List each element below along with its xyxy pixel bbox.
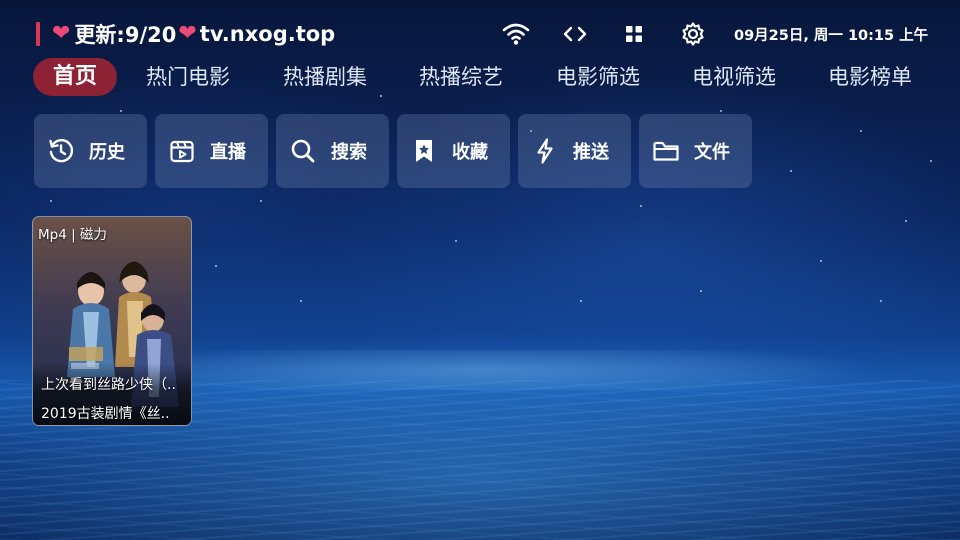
- video-title: 2019古装剧情《丝..: [41, 406, 170, 422]
- resume-text: 上次看到丝路少侠（..: [41, 377, 176, 393]
- tab-hot-movies[interactable]: 热门电影: [135, 58, 241, 96]
- tab-hot-variety[interactable]: 热播综艺: [408, 58, 514, 96]
- history-label: 历史: [89, 142, 125, 163]
- live-tv-icon: [168, 137, 196, 165]
- bookmark-star-icon: [410, 137, 438, 165]
- files-label: 文件: [694, 142, 730, 163]
- tab-tv-filter[interactable]: 电视筛选: [681, 58, 787, 96]
- heart-icon: ❤: [52, 21, 71, 46]
- datetime-display: 09月25日, 周一 10:15 上午: [734, 28, 929, 44]
- tab-hot-series[interactable]: 热播剧集: [272, 58, 378, 96]
- history-icon: [47, 137, 75, 165]
- folder-icon: [652, 137, 680, 165]
- history-card[interactable]: Mp4 | 磁力 上次看到丝路少侠（.. 2019古装剧情《丝..: [32, 216, 192, 426]
- favorites-label: 收藏: [452, 142, 488, 163]
- update-text: 更新:9/20: [74, 23, 177, 47]
- grid-apps-icon[interactable]: [620, 20, 648, 48]
- favorites-button[interactable]: 收藏: [397, 114, 510, 188]
- wifi-icon[interactable]: [502, 20, 530, 48]
- marker-bar: [36, 22, 40, 46]
- tab-movie-filter[interactable]: 电影筛选: [545, 58, 651, 96]
- live-label: 直播: [210, 142, 246, 163]
- push-button[interactable]: 推送: [518, 114, 631, 188]
- search-button[interactable]: 搜索: [276, 114, 389, 188]
- files-button[interactable]: 文件: [639, 114, 752, 188]
- status-bar: ❤ 更新:9/20 ❤ tv.nxog.top 09月25日, 周一 10:15…: [0, 0, 960, 66]
- tab-home[interactable]: 首页: [33, 58, 117, 96]
- heart-icon: ❤: [178, 21, 197, 46]
- push-label: 推送: [573, 142, 609, 163]
- code-arrows-icon[interactable]: [561, 20, 589, 48]
- search-icon: [289, 137, 317, 165]
- site-banner: ❤ 更新:9/20 ❤ tv.nxog.top: [52, 19, 335, 49]
- history-button[interactable]: 历史: [34, 114, 147, 188]
- category-tabs: 首页 热门电影 热播剧集 热播综艺 电影筛选 电视筛选 电影榜单: [0, 58, 960, 98]
- site-domain: tv.nxog.top: [199, 22, 336, 46]
- tab-movie-ranking[interactable]: 电影榜单: [817, 58, 923, 96]
- source-tag: Mp4 | 磁力: [38, 227, 107, 243]
- settings-gear-icon[interactable]: [679, 20, 707, 48]
- search-label: 搜索: [331, 142, 367, 163]
- lightning-icon: [531, 137, 559, 165]
- live-button[interactable]: 直播: [155, 114, 268, 188]
